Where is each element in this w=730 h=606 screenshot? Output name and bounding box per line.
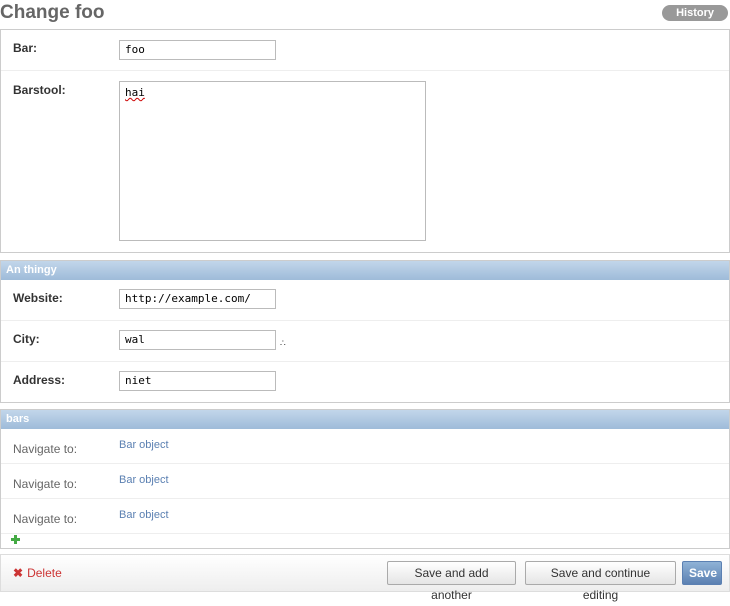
form-row-address: Address: niet xyxy=(1,362,729,402)
form-row-bar: Bar: foo xyxy=(1,30,729,71)
thingy-fieldset: An thingy Website: http://example.com/ C… xyxy=(0,260,730,403)
bar-object-link[interactable]: Bar object xyxy=(119,474,169,486)
form-row-barstool: Barstool: hai xyxy=(1,71,729,252)
delete-icon: ✖ xyxy=(13,566,24,580)
barstool-label: Barstool: xyxy=(13,83,66,97)
website-label: Website: xyxy=(13,291,63,305)
navigate-label: Navigate to: xyxy=(13,512,78,526)
save-and-continue-button[interactable]: Save and continue editing xyxy=(525,561,676,602)
form-row-city: City: wal xyxy=(1,321,729,362)
bars-inline-group: bars Navigate to: Bar object Navigate to… xyxy=(0,409,730,549)
history-button[interactable]: History xyxy=(662,5,728,21)
bar-label: Bar: xyxy=(13,41,38,55)
inline-row: Navigate to: Bar object xyxy=(1,429,729,464)
inline-row: Navigate to: Bar object xyxy=(1,464,729,499)
bars-inline-title: bars xyxy=(1,410,729,429)
website-input[interactable]: http://example.com/ xyxy=(119,289,276,309)
inline-row: Navigate to: Bar object xyxy=(1,499,729,534)
add-row xyxy=(1,534,729,549)
form-row-website: Website: http://example.com/ xyxy=(1,280,729,321)
save-button[interactable]: Save xyxy=(682,561,722,585)
city-label: City: xyxy=(13,332,40,346)
bar-input[interactable]: foo xyxy=(119,40,276,60)
barstool-textarea-text: hai xyxy=(125,86,145,99)
resize-handle-icon[interactable]: ∴ xyxy=(280,338,286,349)
page-title: Change foo xyxy=(0,2,105,23)
delete-link[interactable]: ✖ Delete xyxy=(13,566,62,580)
bar-object-link[interactable]: Bar object xyxy=(119,509,169,521)
plus-icon[interactable] xyxy=(10,534,21,545)
barstool-textarea[interactable]: hai xyxy=(119,81,426,241)
bar-object-link[interactable]: Bar object xyxy=(119,439,169,451)
save-and-add-another-button[interactable]: Save and add another xyxy=(387,561,516,602)
navigate-label: Navigate to: xyxy=(13,442,78,456)
main-fieldset: Bar: foo Barstool: hai xyxy=(0,29,730,253)
submit-row: ✖ Delete Save and add another Save and co… xyxy=(0,554,730,602)
thingy-fieldset-title: An thingy xyxy=(1,261,729,280)
city-input[interactable]: wal xyxy=(119,330,276,350)
address-label: Address: xyxy=(13,373,66,387)
delete-label: Delete xyxy=(27,566,62,580)
navigate-label: Navigate to: xyxy=(13,477,78,491)
address-input[interactable]: niet xyxy=(119,371,276,391)
